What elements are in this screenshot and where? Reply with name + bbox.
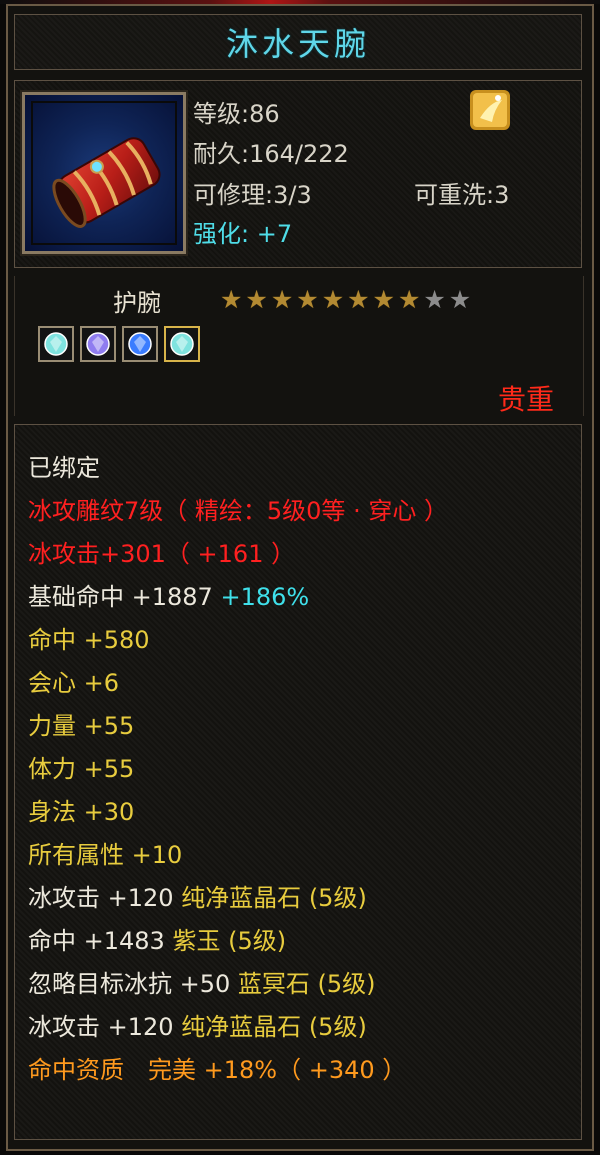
- star-filled-icon: ★: [270, 285, 294, 314]
- blue-gem-icon: [128, 332, 152, 356]
- bracer-icon: [52, 137, 161, 228]
- gem2-name: 紫玉 (5级): [172, 927, 287, 955]
- gem3-line: 忽略目标冰抗 +50 蓝冥石 (5级): [28, 968, 376, 1000]
- gem3-stat: 忽略目标冰抗 +50: [28, 970, 231, 998]
- star-rating: ★ ★ ★ ★ ★ ★ ★ ★ ★ ★: [220, 286, 471, 314]
- gem-slots: [38, 326, 200, 362]
- star-empty-icon: ★: [448, 285, 472, 314]
- bracer-item-icon: [20, 90, 188, 256]
- gem1-stat: 冰攻击 +120: [28, 884, 174, 912]
- item-name: 沐水天腕: [225, 25, 370, 63]
- purple-gem-icon: [86, 332, 110, 356]
- base-hit-percent: +186%: [220, 583, 310, 611]
- gem3-name: 蓝冥石 (5级): [237, 970, 376, 998]
- gem1-name: 纯净蓝晶石 (5级): [181, 884, 367, 912]
- strength-line: 力量 +55: [28, 712, 135, 740]
- aptitude-line: 命中资质 完美 +18%（ +340 ）: [28, 1056, 407, 1084]
- cyan-gem-icon: [44, 332, 68, 356]
- item-durability: 耐久:164/222: [193, 140, 349, 168]
- item-repair-count: 可修理:3/3: [193, 181, 312, 209]
- gem2-stat: 命中 +1483: [28, 927, 165, 955]
- base-hit-value: 基础命中 +1887: [28, 583, 213, 611]
- cyan-gem-icon: [170, 332, 194, 356]
- ice-attack-line: 冰攻击+301（ +161 ）: [28, 540, 296, 568]
- item-level: 等级:86: [193, 100, 280, 128]
- engrave-line: 冰攻雕纹7级（ 精绘：5级0等 · 穿心 ）: [28, 497, 448, 525]
- gem1-line: 冰攻击 +120 纯净蓝晶石 (5级): [28, 882, 367, 914]
- star-filled-icon: ★: [245, 285, 268, 314]
- star-filled-icon: ★: [372, 285, 395, 314]
- hit-line: 命中 +580: [28, 626, 150, 654]
- crit-line: 会心 +6: [28, 669, 120, 697]
- star-filled-icon: ★: [296, 285, 319, 314]
- gem4-stat: 冰攻击 +120: [28, 1013, 174, 1041]
- star-filled-icon: ★: [347, 285, 370, 314]
- all-attributes-line: 所有属性 +10: [28, 841, 183, 869]
- item-enhance-level: 强化: +7: [193, 220, 293, 248]
- item-rewash-count: 可重洗:3: [414, 181, 510, 209]
- gem-slot[interactable]: [164, 326, 200, 362]
- gem-slot[interactable]: [122, 326, 158, 362]
- gem2-line: 命中 +1483 紫玉 (5级): [28, 925, 286, 957]
- star-empty-icon: ★: [423, 285, 446, 314]
- gem4-name: 纯净蓝晶石 (5级): [181, 1013, 367, 1041]
- base-hit-line: 基础命中 +1887 +186%: [28, 581, 309, 613]
- rarity-label: 贵重: [498, 383, 555, 416]
- star-filled-icon: ★: [220, 285, 243, 314]
- star-filled-icon: ★: [321, 285, 345, 314]
- item-type: 护腕: [113, 289, 161, 317]
- gem4-line: 冰攻击 +120 纯净蓝晶石 (5级): [28, 1011, 367, 1043]
- gem-slot[interactable]: [80, 326, 116, 362]
- stamina-line: 体力 +55: [28, 755, 135, 783]
- title-bar: 沐水天腕: [14, 14, 582, 70]
- gem-slot[interactable]: [38, 326, 74, 362]
- sparkle-badge-icon: [470, 90, 510, 130]
- bound-status: 已绑定: [28, 454, 100, 482]
- star-filled-icon: ★: [397, 285, 421, 314]
- agility-line: 身法 +30: [28, 798, 135, 826]
